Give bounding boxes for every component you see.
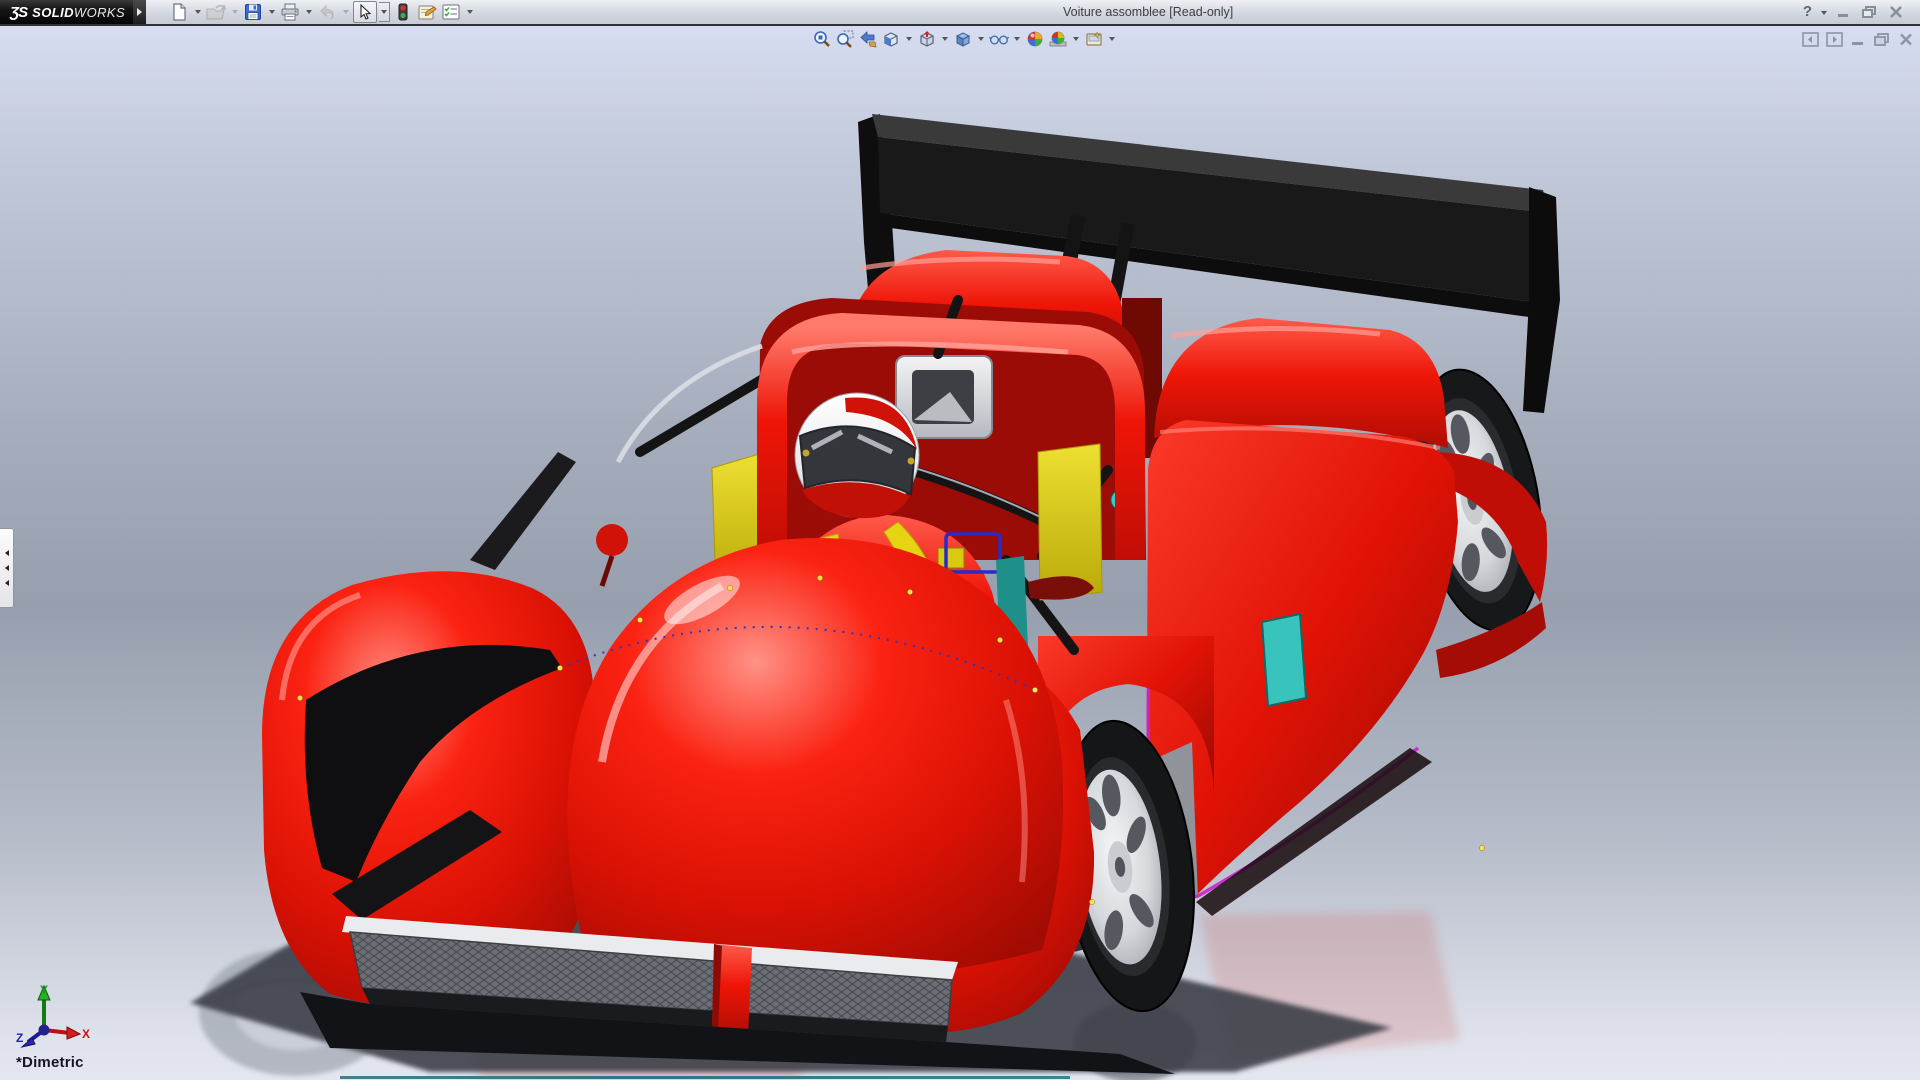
window-title: Voiture assomblee [Read-only] xyxy=(1063,5,1233,19)
zoom-to-area-icon xyxy=(836,30,854,48)
select-tool-button[interactable] xyxy=(353,1,377,23)
open-document-button[interactable] xyxy=(205,2,227,22)
view-orientation-button[interactable] xyxy=(917,29,937,49)
undo-arrow-icon xyxy=(317,3,337,21)
collapse-left-pane-button[interactable] xyxy=(1802,32,1819,47)
close-button[interactable] xyxy=(1888,5,1904,19)
view-settings-icon xyxy=(1085,30,1103,48)
collapse-right-pane-button[interactable] xyxy=(1826,32,1843,47)
printer-icon xyxy=(280,3,300,21)
apply-scene-icon xyxy=(1049,30,1067,48)
save-floppy-icon xyxy=(244,3,262,21)
select-tool-caret[interactable] xyxy=(379,2,390,22)
splitter-arrow-icon xyxy=(5,580,9,586)
eyeglasses-icon xyxy=(989,30,1009,48)
view-orientation-icon xyxy=(918,30,936,48)
print-button[interactable] xyxy=(279,2,301,22)
solidworks-window: ƷS SOLIDWORKS xyxy=(0,0,1920,1080)
new-document-icon xyxy=(170,3,188,21)
bottom-edge-line xyxy=(340,1076,1070,1079)
help-button[interactable]: ? xyxy=(1803,2,1812,22)
zoom-to-fit-button[interactable] xyxy=(812,29,832,49)
triad-z-label: Z xyxy=(16,1031,23,1045)
note-hand-icon xyxy=(417,3,437,21)
undo-caret[interactable] xyxy=(340,2,351,22)
minimize-button[interactable] xyxy=(1836,5,1852,19)
options-caret[interactable] xyxy=(464,2,475,22)
minimize-document-button[interactable] xyxy=(1850,32,1866,47)
title-bar: ƷS SOLIDWORKS xyxy=(0,0,1920,24)
edit-appearance-button[interactable] xyxy=(416,2,438,22)
display-style-caret[interactable] xyxy=(976,37,986,41)
view-settings-caret[interactable] xyxy=(1107,37,1117,41)
zoom-to-fit-icon xyxy=(813,30,831,48)
options-checklist-button[interactable] xyxy=(440,2,462,22)
new-document-button[interactable] xyxy=(168,2,190,22)
view-orientation-caret[interactable] xyxy=(940,37,950,41)
apply-scene-button[interactable] xyxy=(1048,29,1068,49)
print-caret[interactable] xyxy=(303,2,314,22)
apply-scene-caret[interactable] xyxy=(1071,37,1081,41)
save-button[interactable] xyxy=(242,2,264,22)
race-car-model[interactable] xyxy=(0,26,1920,1080)
undo-button[interactable] xyxy=(316,2,338,22)
open-folder-icon xyxy=(206,3,226,21)
previous-view-icon xyxy=(859,30,877,48)
zoom-to-area-button[interactable] xyxy=(835,29,855,49)
window-controls: ? xyxy=(1803,2,1904,22)
section-view-caret[interactable] xyxy=(904,37,914,41)
splitter-arrow-icon xyxy=(5,565,9,571)
feature-panel-splitter-tab[interactable] xyxy=(0,528,14,608)
open-document-caret[interactable] xyxy=(229,2,240,22)
traffic-light-button[interactable] xyxy=(392,2,414,22)
traffic-light-icon xyxy=(398,3,408,21)
section-view-button[interactable] xyxy=(881,29,901,49)
view-settings-button[interactable] xyxy=(1084,29,1104,49)
close-document-button[interactable] xyxy=(1898,32,1914,47)
new-document-caret[interactable] xyxy=(192,2,203,22)
brand-glyph: ƷS xyxy=(10,4,27,21)
brand-works-text: WORKS xyxy=(74,5,125,20)
hide-show-items-caret[interactable] xyxy=(1012,37,1022,41)
section-view-icon xyxy=(882,30,900,48)
appearance-ball-icon xyxy=(1026,30,1044,48)
checklist-icon xyxy=(441,3,461,21)
reference-triad: Y X Z xyxy=(12,982,92,1054)
headsup-view-toolbar xyxy=(812,29,1117,49)
cursor-arrow-icon xyxy=(358,4,372,20)
help-caret[interactable] xyxy=(1821,11,1827,15)
previous-view-button[interactable] xyxy=(858,29,878,49)
document-window-controls xyxy=(1802,32,1914,47)
solidworks-logo: ƷS SOLIDWORKS xyxy=(0,0,133,24)
save-caret[interactable] xyxy=(266,2,277,22)
splitter-arrow-icon xyxy=(5,550,9,556)
main-toolbar xyxy=(168,2,475,22)
view-orientation-label: *Dimetric xyxy=(16,1054,84,1071)
triad-x-label: X xyxy=(82,1027,90,1041)
edit-appearance-ball-button[interactable] xyxy=(1025,29,1045,49)
brand-solid-text: SOLID xyxy=(32,5,74,20)
restore-document-button[interactable] xyxy=(1873,32,1891,47)
restore-button[interactable] xyxy=(1861,5,1879,19)
menu-expand-arrow[interactable] xyxy=(133,0,146,24)
graphics-viewport[interactable]: Y X Z *Dimetric xyxy=(0,26,1920,1080)
triad-y-label: Y xyxy=(40,983,48,997)
display-style-icon xyxy=(954,30,972,48)
display-style-button[interactable] xyxy=(953,29,973,49)
hide-show-items-button[interactable] xyxy=(989,29,1009,49)
